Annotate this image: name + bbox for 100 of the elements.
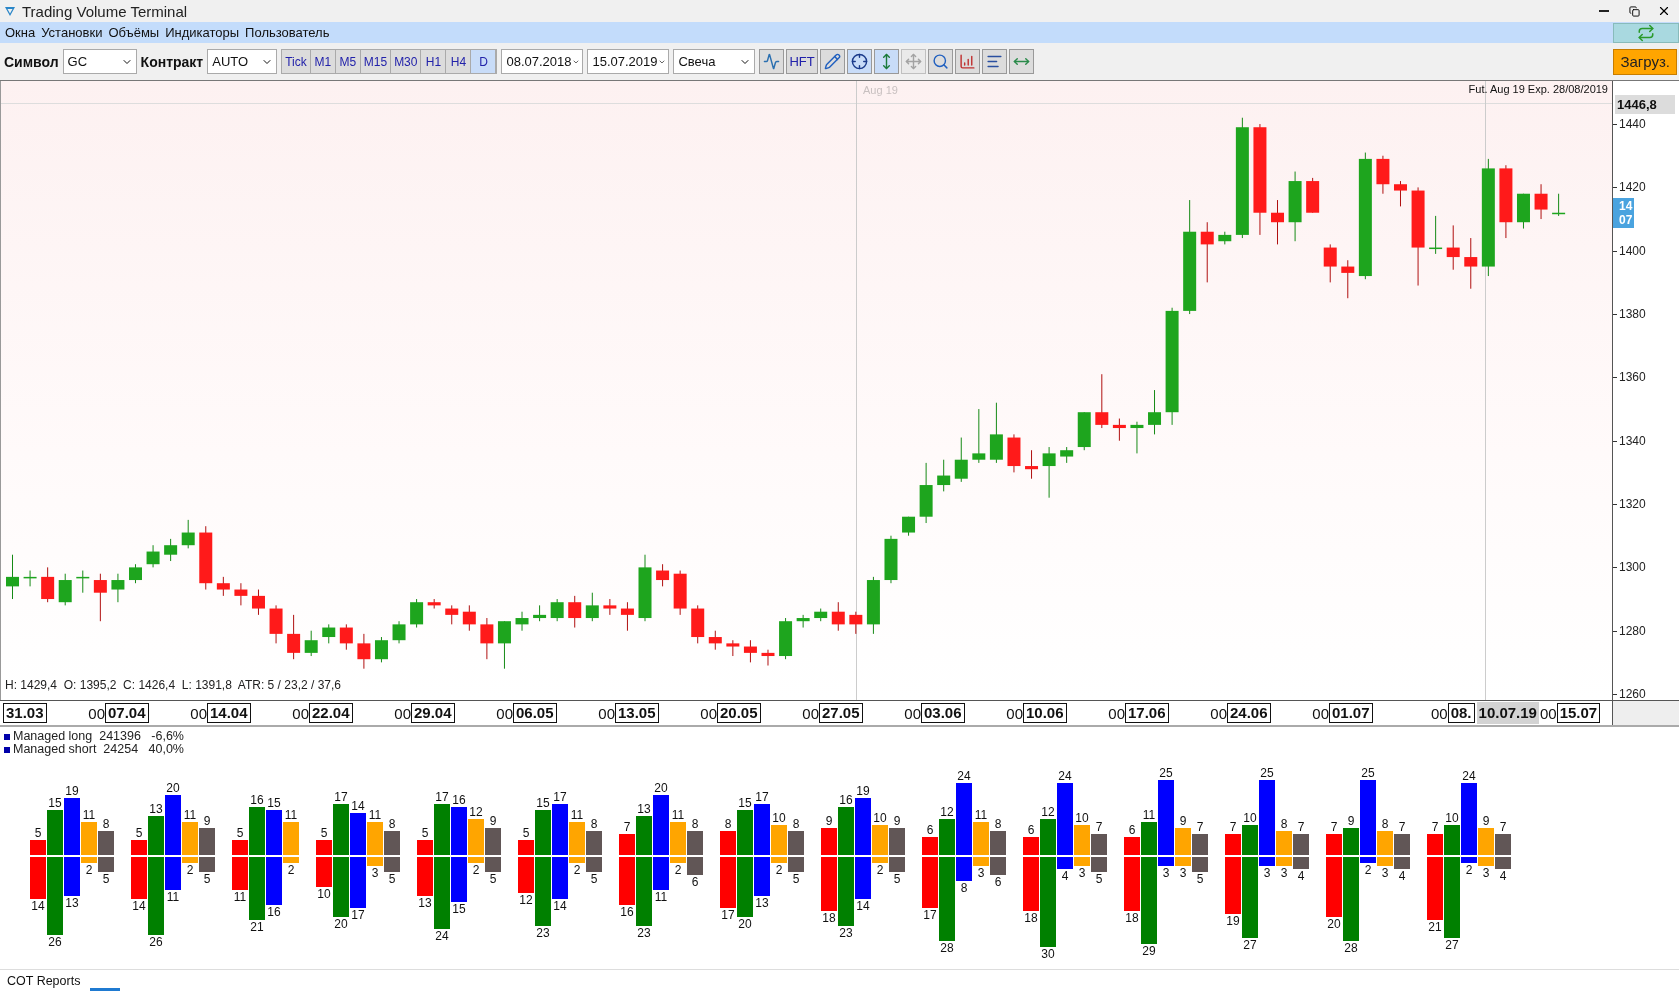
bar-value: 16 [452,793,466,807]
symbol-label: Символ [4,53,59,70]
timeframe-button[interactable]: M5 [335,50,361,73]
date-label: 22.04 [309,703,353,723]
candlestick [497,620,511,670]
date-label: 15.07 [1556,703,1601,723]
chart-type-dropdown[interactable]: Свеча [673,49,756,74]
tool-button[interactable] [846,49,872,74]
legend-item: Managed long 241396 -6,6% [4,730,1675,743]
restore-icon [1628,5,1640,17]
tool-button[interactable] [759,49,785,74]
bar-value: 17 [351,908,365,922]
price-tick: 1400 [1619,243,1646,258]
bar-value: 7 [1330,820,1338,834]
candlestick [146,544,160,568]
bar-value: 13 [149,802,163,816]
date-to-picker[interactable]: 15.07.2019 [587,49,670,74]
bar-value: 3 [1381,866,1389,880]
bar-value: 5 [1196,872,1204,886]
cot-reports-tab[interactable]: COT Reports [7,974,81,991]
time-label: 00 [1539,704,1557,722]
bar-value: 5 [522,826,530,840]
candlestick [76,570,90,594]
bar-value: 8 [388,817,396,831]
load-button[interactable]: Загруз. [1613,48,1677,75]
time-label: 00 [1108,704,1125,722]
wave-icon [763,53,781,70]
menu-item[interactable]: Объёмы [105,25,163,40]
tool-button[interactable] [927,49,953,74]
date-label: 31.03 [3,703,47,723]
candlestick [708,630,722,651]
bar-value: 11 [368,808,382,822]
price-tick: 1380 [1619,307,1646,322]
bar-value: 30 [1041,947,1055,961]
bar-value: 10 [873,811,887,825]
bar-value: 11 [82,808,96,822]
pencil-icon [823,53,841,70]
menu-item[interactable]: Пользователь [242,25,333,40]
date-from-picker[interactable]: 08.07.2018 [501,49,584,74]
bar-value: 8 [994,817,1002,831]
bar-value: 5 [320,826,328,840]
menu-item[interactable]: Окна [2,25,39,40]
candlestick [568,595,582,629]
bar-value: 7 [1196,820,1204,834]
bar-value: 8 [792,817,800,831]
bar-value: 9 [489,814,497,828]
candlestick [902,516,916,537]
bar-value: 17 [923,908,937,922]
timeframe-button[interactable]: Tick [282,50,311,73]
bar-value: 5 [203,872,211,886]
candlestick [1464,237,1478,290]
bar-value: 17 [755,790,769,804]
tool-button[interactable] [873,49,899,74]
candlestick [1060,446,1074,464]
bar-value: 7 [623,820,631,834]
timeframe-button[interactable]: M30 [391,50,422,73]
bar-value: 2 [472,863,480,877]
candlestick [1200,221,1214,283]
menu-item[interactable]: Установки [38,25,106,40]
price-tick: 1280 [1619,623,1646,638]
tool-button[interactable] [981,49,1007,74]
timeframe-button[interactable]: D [471,50,497,73]
tool-button[interactable] [954,49,980,74]
bar-value: 23 [839,926,853,940]
bar-value: 8 [960,881,968,895]
timeframe-button[interactable]: H4 [446,50,472,73]
tool-button[interactable] [1008,49,1034,74]
bar-value: 15 [738,796,752,810]
bar-value: 5 [489,872,497,886]
timeframe-button[interactable]: M15 [360,50,392,73]
menu-item[interactable]: Индикаторы [162,25,243,40]
bar-value: 2 [287,863,295,877]
time-label: 00 [496,704,513,722]
bar-value: 4 [1061,869,1069,883]
bar-value: 13 [755,896,769,910]
candlestick [1130,421,1144,454]
timeframe-button[interactable]: M1 [310,50,336,73]
candlestick [585,592,599,622]
date-label: 10.06 [1023,703,1067,723]
bar-value: 18 [822,911,836,925]
bar-value: 15 [267,796,281,810]
candlestick [673,570,687,616]
bar-value: 16 [267,905,281,919]
tool-button[interactable] [819,49,845,74]
contract-dropdown[interactable]: AUTO [207,49,278,74]
date-label: 29.04 [411,703,455,723]
bar-value: 4 [1398,869,1406,883]
candlestick [656,563,670,587]
candlestick [691,604,705,644]
price-tick: 1360 [1619,370,1646,385]
bar-value: 3 [977,866,985,880]
bar-value: 3 [1162,866,1170,880]
price-tick: 1260 [1619,687,1646,702]
date-label: 20.05 [717,703,761,723]
timeframe-button[interactable]: H1 [421,50,447,73]
search-icon [931,53,949,70]
symbol-dropdown[interactable]: GC [62,49,137,74]
hft-button[interactable]: HFT [786,49,818,74]
bar-value: 26 [48,935,62,949]
tab-indicator [90,988,121,991]
